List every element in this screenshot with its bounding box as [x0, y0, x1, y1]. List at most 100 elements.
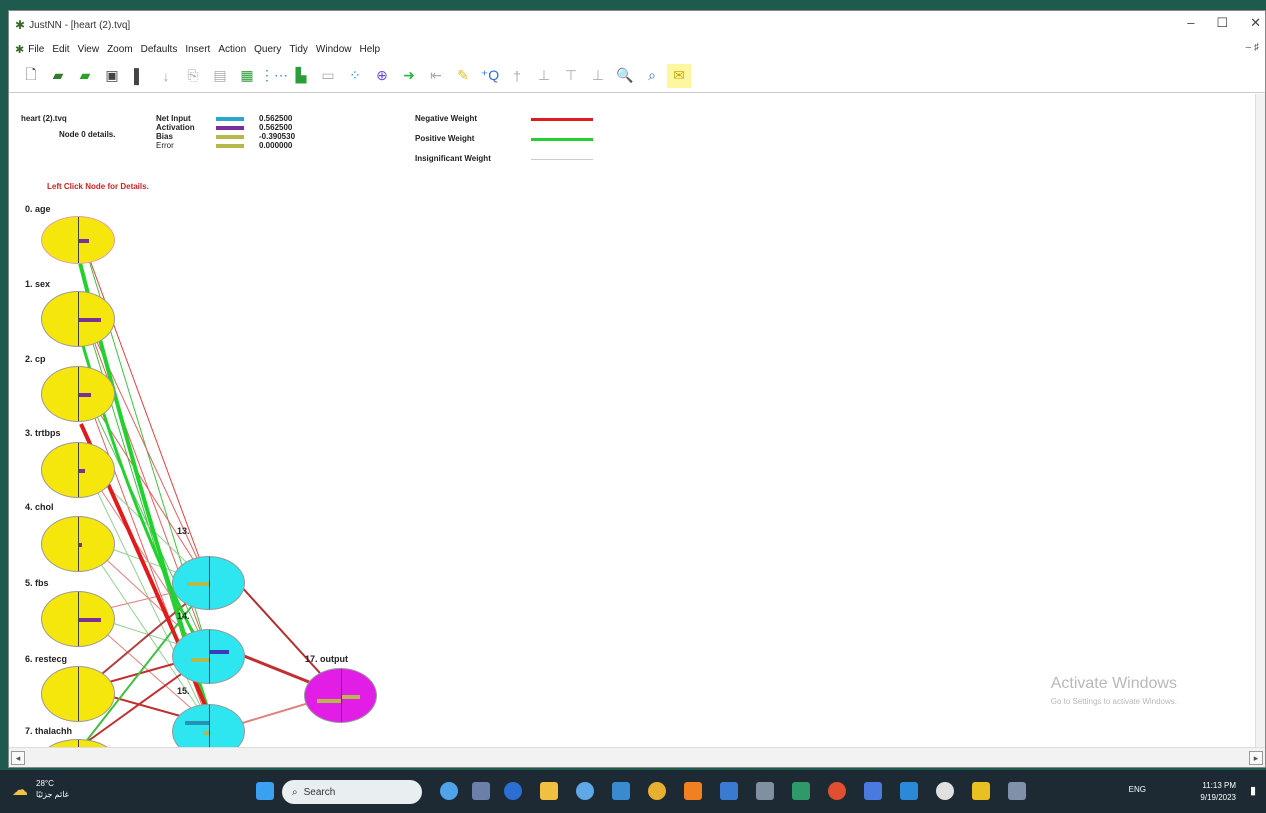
copy-icon[interactable]: ⎘	[181, 64, 205, 88]
taskbar-search[interactable]: ⌕ Search	[282, 780, 422, 804]
prune-icon[interactable]: ✎	[451, 64, 475, 88]
app-icon-17[interactable]	[1008, 782, 1026, 800]
vlc-icon[interactable]	[684, 782, 702, 800]
app-icon-9[interactable]	[720, 782, 738, 800]
app-icon-12[interactable]	[828, 782, 846, 800]
grid-icon[interactable]: ▦	[235, 64, 259, 88]
app-icon-1[interactable]	[440, 782, 458, 800]
weather-icon[interactable]: ☁	[12, 780, 28, 800]
app-icon-15[interactable]	[936, 782, 954, 800]
network-icon[interactable]: ⋮⋯	[260, 64, 288, 88]
tidy-icon-1[interactable]: †	[505, 64, 529, 88]
node-label-trtbps: 3. trtbps	[25, 428, 61, 438]
menu-action[interactable]: Action	[218, 44, 246, 55]
learn-icon[interactable]: ▙	[289, 64, 313, 88]
app-icon-5[interactable]	[576, 782, 594, 800]
close-button[interactable]: ✕	[1250, 15, 1261, 31]
back-arrow-icon[interactable]: ⇤	[424, 64, 448, 88]
legend-activation-value: 0.562500	[259, 123, 293, 132]
input-node-sex[interactable]	[41, 291, 115, 347]
input-node-fbs[interactable]	[41, 591, 115, 647]
input-node-trtbps[interactable]	[41, 442, 115, 498]
insignificant-weight-label: Insignificant Weight	[415, 154, 491, 163]
go-arrow-icon[interactable]: ➜	[397, 64, 421, 88]
vertical-scrollbar[interactable]	[1255, 94, 1265, 748]
app-icon-16[interactable]	[972, 782, 990, 800]
weather-desc: غائم جزئيًا	[36, 790, 69, 799]
network-canvas[interactable]: heart (2).tvq Node 0 details. Net Input …	[9, 94, 1257, 748]
menu-defaults[interactable]: Defaults	[141, 44, 178, 55]
scroll-left-icon[interactable]: ◂	[11, 751, 25, 765]
paste-icon[interactable]: ▤	[208, 64, 232, 88]
undo-icon[interactable]: ↓	[154, 64, 178, 88]
positive-weight-swatch	[531, 138, 593, 141]
add-query-icon[interactable]: ⁺Q	[478, 64, 502, 88]
node-label-sex: 1. sex	[25, 279, 51, 289]
file-explorer-icon[interactable]	[540, 782, 558, 800]
tidy-icon-3[interactable]: ⊤	[559, 64, 583, 88]
menu-file[interactable]: File	[28, 44, 44, 55]
legend-bias-swatch	[216, 135, 244, 139]
new-file-icon[interactable]: 🗋	[19, 64, 43, 88]
chart-icon[interactable]: ▭	[316, 64, 340, 88]
tidy-icon-2[interactable]: ⊥	[532, 64, 556, 88]
input-node-restecg[interactable]	[41, 666, 115, 722]
negative-weight-label: Negative Weight	[415, 114, 478, 123]
input-node-cp[interactable]	[41, 366, 115, 422]
app-icon-11[interactable]	[792, 782, 810, 800]
hint-text: Left Click Node for Details.	[47, 182, 149, 191]
node-label-chol: 4. chol	[25, 502, 54, 512]
system-clock[interactable]: 11:13 PM 9/19/2023	[1200, 780, 1236, 804]
hidden-node-13[interactable]	[172, 556, 245, 610]
menu-view[interactable]: View	[78, 44, 100, 55]
search-icon: ⌕	[292, 786, 298, 798]
horizontal-scrollbar[interactable]: ◂ ▸	[9, 747, 1265, 767]
mail-icon[interactable]: ✉	[667, 63, 691, 88]
query-icon[interactable]: ⊕	[370, 64, 394, 88]
menu-insert[interactable]: Insert	[185, 44, 210, 55]
minimize-button[interactable]: –	[1187, 15, 1194, 31]
node-label-fbs: 5. fbs	[25, 578, 49, 588]
notification-icon[interactable]: ▮	[1250, 784, 1256, 797]
app-icon-6[interactable]	[612, 782, 630, 800]
save-icon[interactable]: ▣	[100, 64, 124, 88]
menu-edit[interactable]: Edit	[52, 44, 69, 55]
input-node-chol[interactable]	[41, 516, 115, 572]
tray-language[interactable]: ENG	[1129, 785, 1146, 794]
open-folder-icon[interactable]: ▰	[46, 64, 70, 88]
legend-error-swatch	[216, 144, 244, 148]
chrome-icon[interactable]	[648, 782, 666, 800]
app-icon-2[interactable]	[472, 782, 490, 800]
mdi-controls[interactable]: – ♯	[1246, 42, 1259, 53]
start-icon[interactable]	[256, 782, 274, 800]
app-icon-3[interactable]	[504, 782, 522, 800]
app-icon-10[interactable]	[756, 782, 774, 800]
zoom-in-icon[interactable]: 🔍	[613, 64, 637, 88]
menu-query[interactable]: Query	[254, 44, 281, 55]
open-green-icon[interactable]: ▰	[73, 64, 97, 88]
menu-window[interactable]: Window	[316, 44, 352, 55]
scroll-right-icon[interactable]: ▸	[1249, 751, 1263, 765]
input-node-age[interactable]	[41, 216, 115, 264]
vscode-icon[interactable]	[900, 782, 918, 800]
separator-icon: ▌	[134, 67, 144, 84]
menu-help[interactable]: Help	[359, 44, 380, 55]
maximize-button[interactable]: ☐	[1216, 15, 1228, 31]
legend-net-input-label: Net Input	[156, 114, 191, 123]
mdi-app-icon[interactable]: ✱	[15, 43, 24, 56]
app-icon-13[interactable]	[864, 782, 882, 800]
activate-windows-watermark: Activate Windows Go to Settings to activ…	[1051, 675, 1177, 706]
node-details-label: Node 0 details.	[59, 130, 116, 139]
clock-date: 9/19/2023	[1200, 793, 1236, 802]
weather-widget[interactable]: 28°C غائم جزئيًا	[36, 778, 69, 800]
run-network-icon[interactable]: ⁘	[343, 64, 367, 88]
output-node[interactable]	[304, 668, 377, 723]
zoom-tool-icon[interactable]: ⌕	[640, 64, 664, 88]
hidden-node-14[interactable]	[172, 629, 245, 684]
menu-tidy[interactable]: Tidy	[289, 44, 308, 55]
tidy-icon-4[interactable]: ⊥	[586, 64, 610, 88]
menu-bar: ✱ File Edit View Zoom Defaults Insert Ac…	[9, 39, 1265, 59]
clock-time: 11:13 PM	[1202, 781, 1236, 790]
legend-net-input-value: 0.562500	[259, 114, 293, 123]
menu-zoom[interactable]: Zoom	[107, 44, 133, 55]
